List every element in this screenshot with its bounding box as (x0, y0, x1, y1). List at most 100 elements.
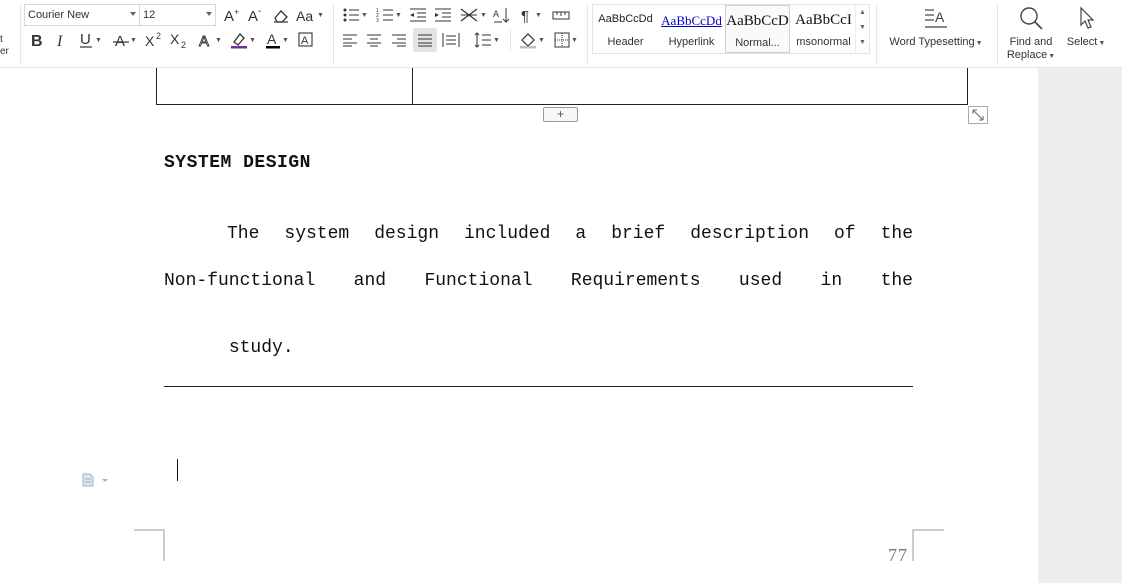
page-corner-mark-left (134, 529, 165, 561)
sort-button[interactable]: A (492, 4, 512, 26)
font-family-select[interactable]: Courier New (24, 4, 140, 26)
character-border-button[interactable]: A (296, 29, 316, 51)
table-bottom-edge[interactable] (156, 68, 968, 105)
align-center-button[interactable] (365, 29, 383, 51)
horizontal-rule (164, 386, 913, 387)
distributed-button[interactable] (441, 29, 461, 51)
expand-gallery-icon[interactable]: ▼ (859, 39, 866, 46)
ruler-button[interactable] (551, 4, 571, 26)
svg-text:A: A (301, 35, 309, 47)
chevron-down-icon[interactable]: ▼ (859, 24, 866, 31)
find-replace-label-line1: Find and (1009, 36, 1053, 48)
find-replace-button[interactable]: Find and Replace▼ (1003, 6, 1059, 63)
character-border-icon: A (298, 32, 313, 47)
align-left-button[interactable] (341, 29, 359, 51)
borders-button[interactable]: ▼ (551, 29, 581, 51)
style-sample: AaBbCcDd (598, 13, 653, 25)
styles-gallery-scroll[interactable]: ▲ ▼ ▼ (855, 5, 869, 53)
paragraph-line-1[interactable]: The system design included a brief descr… (227, 224, 913, 244)
workspace-gutter (1038, 68, 1122, 583)
italic-button[interactable]: I (52, 29, 70, 51)
show-marks-button[interactable]: ¶ ▼ (517, 4, 545, 26)
table-column-divider[interactable] (412, 68, 413, 104)
left-cut-line-1: t (0, 34, 3, 45)
svg-text:Aa: Aa (296, 8, 313, 23)
align-left-icon (343, 34, 357, 47)
document-icon (82, 473, 108, 487)
style-normal[interactable]: AaBbCcD Normal... (725, 5, 790, 53)
table-resize-handle[interactable] (968, 106, 988, 124)
text-effects-icon: A (199, 33, 210, 48)
svg-text:A: A (224, 8, 234, 23)
change-case-icon: Aa (296, 8, 313, 23)
underline-button[interactable]: U ▼ (76, 29, 104, 51)
style-msonormal[interactable]: AaBbCcI msonormal (791, 5, 856, 53)
style-header[interactable]: AaBbCcDd Header (593, 5, 658, 53)
line-spacing-button[interactable]: ▼ (472, 29, 502, 51)
svg-text:¶: ¶ (521, 8, 529, 23)
outdent-icon (410, 8, 426, 22)
select-button[interactable]: Select▼ (1062, 6, 1110, 50)
paragraph-line-3[interactable]: study. (164, 318, 294, 378)
highlight-button[interactable]: ▼ (228, 29, 258, 51)
section-heading[interactable]: SYSTEM DESIGN (164, 153, 311, 173)
shrink-font-button[interactable]: A- (246, 4, 266, 26)
font-color-button[interactable]: A ▼ (263, 29, 291, 51)
strikethrough-button[interactable]: A ▼ (111, 29, 139, 51)
shrink-font-icon: A- (248, 7, 261, 23)
add-table-row-button[interactable]: + (543, 107, 578, 122)
change-case-button[interactable]: Aa ▼ (296, 4, 324, 26)
pilcrow-icon: ¶ (521, 8, 529, 23)
svg-text:A: A (115, 33, 125, 48)
word: brief (611, 224, 666, 244)
word: used (738, 271, 783, 291)
chevron-down-icon (206, 12, 212, 16)
word: system (284, 224, 350, 244)
increase-indent-button[interactable] (433, 4, 453, 26)
subscript-button[interactable]: X2 (169, 29, 191, 51)
justify-button[interactable] (413, 28, 437, 52)
divider (20, 4, 21, 64)
shading-button[interactable]: ▼ (517, 29, 547, 51)
bold-button[interactable]: B (27, 29, 47, 51)
text-effects-button[interactable]: A ▼ (196, 29, 224, 51)
font-size-select[interactable]: 12 (139, 4, 216, 26)
divider (876, 4, 877, 64)
chinese-layout-button[interactable]: ▼ (458, 4, 488, 26)
chevron-down-icon: ▼ (538, 36, 545, 44)
bullets-button[interactable]: ▼ (341, 4, 369, 26)
decrease-indent-button[interactable] (408, 4, 428, 26)
divider (587, 4, 588, 64)
chevron-down-icon: ▼ (95, 36, 102, 44)
align-right-button[interactable] (390, 29, 408, 51)
page-number: 77 (888, 545, 908, 565)
page-corner-mark-right (912, 529, 944, 561)
chevron-down-icon: ▼ (480, 11, 487, 19)
underline-icon: U (80, 31, 93, 48)
paragraph-options-icon[interactable] (82, 473, 110, 490)
subscript-icon: X2 (170, 31, 186, 49)
chevron-up-icon[interactable]: ▲ (859, 9, 866, 16)
document-page[interactable]: + SYSTEM DESIGN The system design includ… (0, 68, 1038, 583)
select-label: Select (1066, 36, 1098, 48)
svg-text:A: A (935, 9, 945, 25)
chevron-down-icon: ▼ (571, 36, 578, 44)
style-hyperlink[interactable]: AaBbCcDd Hyperlink (659, 5, 724, 53)
borders-icon (554, 32, 570, 48)
word-typesetting-button[interactable]: A Word Typesetting▼ (881, 6, 991, 50)
word: design (374, 224, 439, 244)
find-replace-label-line2: Replace (1006, 49, 1048, 61)
left-cut-line-2: er (0, 46, 9, 57)
chevron-down-icon: ▼ (1048, 53, 1056, 60)
grow-font-button[interactable]: A + (222, 4, 242, 26)
style-name: msonormal (796, 36, 851, 48)
chevron-down-icon: ▼ (249, 36, 256, 44)
numbering-button[interactable]: 1 2 3 ▼ (374, 4, 404, 26)
paragraph-line-2[interactable]: Non-functional and Functional Requiremen… (164, 271, 913, 291)
word: The (227, 224, 260, 244)
clear-formatting-button[interactable] (271, 4, 291, 26)
eraser-icon (274, 10, 288, 23)
superscript-button[interactable]: X2 (144, 29, 166, 51)
style-name: Normal... (735, 37, 780, 49)
resize-diagonal-icon (972, 109, 984, 121)
